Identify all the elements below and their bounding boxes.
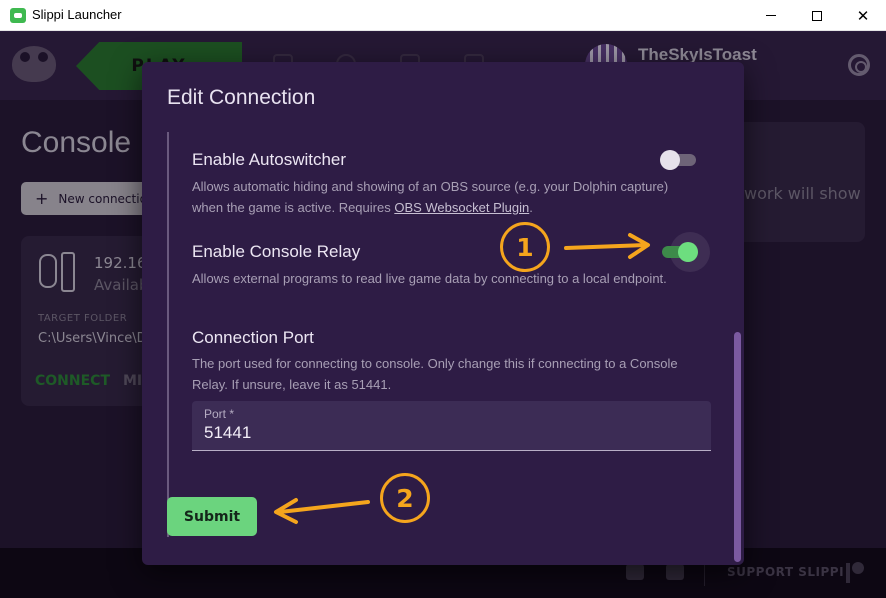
console-relay-toggle[interactable] xyxy=(660,232,710,272)
obs-websocket-plugin-link[interactable]: OBS Websocket Plugin xyxy=(394,200,529,215)
window-titlebar: Slippi Launcher ✕ xyxy=(0,0,886,31)
console-relay-description: Allows external programs to read live ga… xyxy=(192,271,667,286)
connection-port-title: Connection Port xyxy=(192,328,314,347)
connection-port-description: The port used for connecting to console.… xyxy=(192,356,678,392)
autoswitcher-description: Allows automatic hiding and showing of a… xyxy=(192,176,692,218)
slippi-app-icon xyxy=(10,8,26,23)
maximize-icon xyxy=(812,10,822,21)
minimize-icon xyxy=(766,15,776,16)
port-input-value[interactable]: 51441 xyxy=(204,423,251,443)
maximize-button[interactable] xyxy=(794,0,840,31)
settings-group: Enable Autoswitcher Allows automatic hid… xyxy=(167,132,726,537)
toggle-thumb xyxy=(678,242,698,262)
window-title: Slippi Launcher xyxy=(32,7,122,22)
dialog-title: Edit Connection xyxy=(167,86,316,109)
minimize-button[interactable] xyxy=(748,0,794,31)
autoswitcher-toggle[interactable] xyxy=(660,149,698,171)
annotation-arrow-1 xyxy=(564,233,650,259)
close-button[interactable]: ✕ xyxy=(840,0,886,31)
port-input[interactable]: Port * 51441 xyxy=(192,401,711,451)
annotation-badge-1: 1 xyxy=(500,222,550,272)
edit-connection-dialog: Edit Connection Enable Autoswitcher Allo… xyxy=(142,62,744,565)
dialog-scrollbar[interactable] xyxy=(734,332,741,562)
annotation-badge-2: 2 xyxy=(380,473,430,523)
port-input-label: Port * xyxy=(204,407,235,421)
autoswitcher-description-end: . xyxy=(529,200,533,215)
toggle-thumb xyxy=(660,150,680,170)
submit-button[interactable]: Submit xyxy=(167,497,257,536)
console-relay-title: Enable Console Relay xyxy=(192,242,361,261)
annotation-arrow-2 xyxy=(274,498,370,524)
autoswitcher-title: Enable Autoswitcher xyxy=(192,150,347,169)
